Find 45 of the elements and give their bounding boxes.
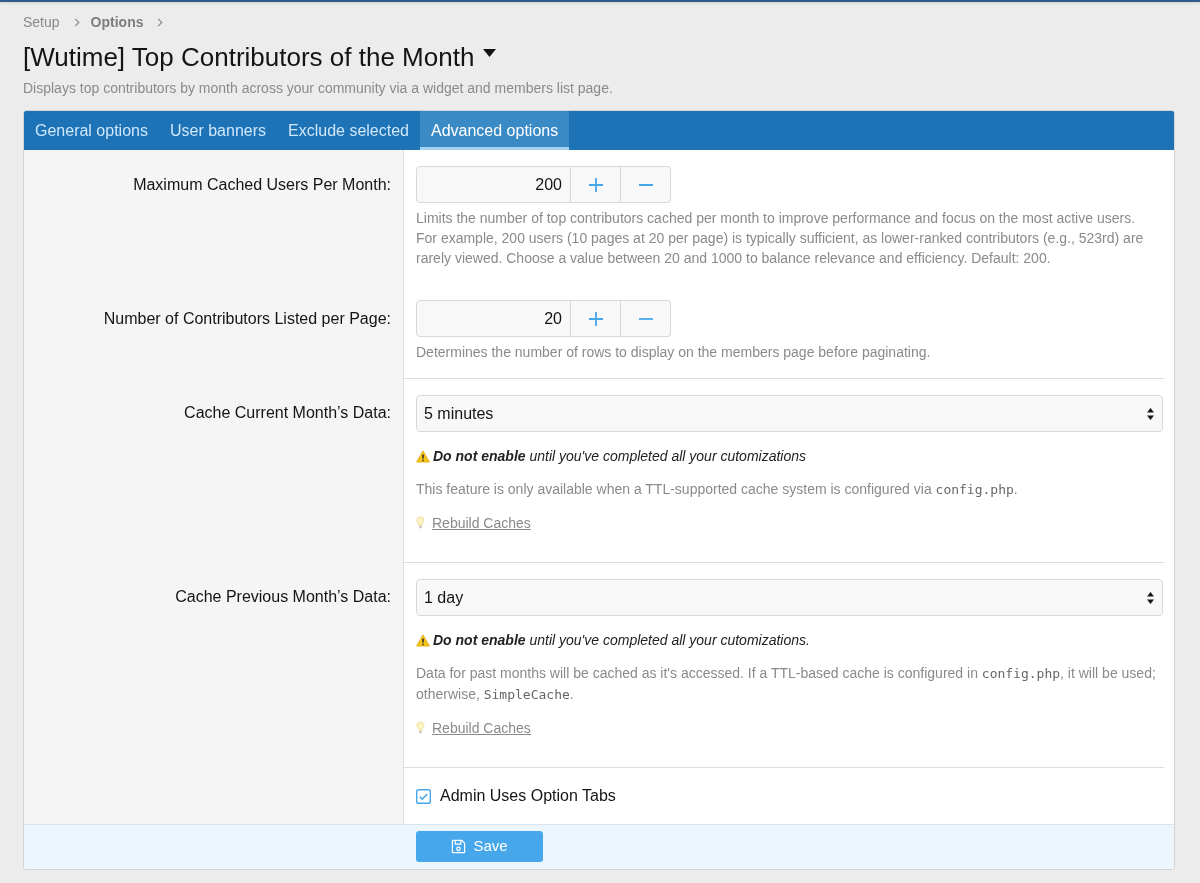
breadcrumb-link[interactable]: Options (90, 12, 144, 32)
increase-button[interactable] (571, 166, 621, 203)
plus-icon (588, 311, 603, 326)
plus-icon (588, 177, 603, 192)
checkbox[interactable] (416, 788, 431, 804)
decrease-button[interactable] (621, 166, 671, 203)
save-button[interactable]: Save (416, 831, 543, 862)
checkbox-label[interactable]: Admin Uses Option Tabs (440, 784, 616, 808)
option-label: Cache Current Month’s Data: (184, 404, 391, 421)
explain-text: Determines the number of rows to display on the members page before paginating. (416, 343, 932, 362)
select-arrows-icon (1147, 407, 1154, 420)
decrease-button[interactable] (621, 300, 671, 337)
page-title: [Wutime] Top Contributors of the Month (23, 41, 475, 73)
number-input[interactable]: 200 (416, 166, 571, 203)
warning-text: Do not enable until you've completed all your cutomizations (433, 447, 807, 466)
save-icon (451, 839, 467, 854)
option-label: Cache Previous Month’s Data: (175, 588, 391, 605)
tab[interactable]: User banners (158, 111, 277, 150)
rebuild-caches-link[interactable]: Rebuild Caches (432, 513, 531, 533)
chevron-icon (157, 17, 164, 27)
page-description: Displays top contributors by month across your community via a widget and members list page. (23, 80, 614, 96)
tab[interactable]: General options (24, 111, 159, 150)
warning-icon (416, 449, 430, 463)
minus-icon (638, 317, 653, 320)
breadcrumb-link[interactable]: Setup (23, 12, 60, 32)
explain-text: Limits the number of top contributors cached per month to improve performance and focus on the most active users. For example, 200 users (10 pages at 20 per page) is typically sufficient, as lower-ranked contributors (e.g., 523rd) are rarely viewed. Choose a value between 20 and 1000 to balance relevance and efficiency. Default: 200. (416, 209, 1145, 268)
explain-text: This feature is only available when a TTL-supported cache system is configured via config.php. (416, 480, 1019, 499)
minus-icon (638, 183, 653, 186)
tab[interactable]: Exclude selected (277, 111, 420, 150)
option-label: Maximum Cached Users Per Month: (133, 176, 391, 193)
chevron-icon (73, 17, 80, 27)
dropdown-select[interactable]: 1 day (416, 579, 1163, 616)
lightbulb-icon (416, 516, 425, 530)
increase-button[interactable] (571, 300, 621, 337)
explain-text: Data for past months will be cached as it's accessed. If a TTL-based cache is configured in config.php, it will be used; otherwise, SimpleCache. (416, 664, 1157, 704)
select-arrows-icon (1147, 591, 1154, 604)
number-input[interactable]: 20 (416, 300, 571, 337)
dropdown-select[interactable]: 5 minutes (416, 395, 1163, 432)
rebuild-caches-link[interactable]: Rebuild Caches (432, 718, 531, 738)
warning-icon (416, 633, 430, 647)
caret-down-icon[interactable] (483, 48, 497, 57)
option-label: Number of Contributors Listed per Page: (103, 310, 391, 327)
lightbulb-icon (416, 721, 425, 735)
warning-text: Do not enable until you've completed all your cutomizations. (433, 631, 810, 650)
tab[interactable]: Advanced options (420, 111, 570, 150)
